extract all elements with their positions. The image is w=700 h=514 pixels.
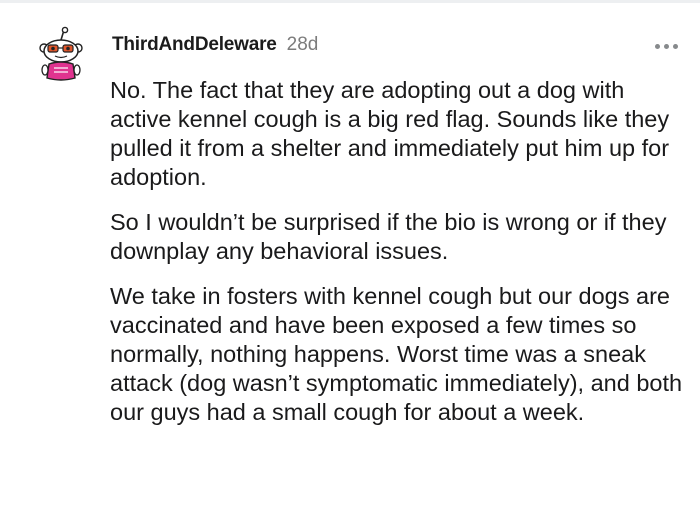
more-options-icon <box>673 44 678 49</box>
comment-age[interactable]: 28d <box>287 34 319 56</box>
comment-paragraph: We take in fosters with kennel cough but… <box>110 283 683 425</box>
comment-paragraph: No. The fact that they are adopting out … <box>110 77 670 190</box>
comment-body: No. The fact that they are adopting out … <box>110 76 690 443</box>
avatar[interactable] <box>34 26 92 84</box>
comment-author[interactable]: ThirdAndDeleware <box>112 34 277 56</box>
more-options-icon <box>664 44 669 49</box>
more-options-button[interactable] <box>651 40 682 53</box>
more-options-icon <box>655 44 660 49</box>
top-divider <box>0 0 700 3</box>
comment-paragraph: So I wouldn’t be surprised if the bio is… <box>110 209 667 264</box>
comment-header: ThirdAndDeleware 28d <box>112 34 318 64</box>
snoo-avatar-icon <box>39 26 83 81</box>
